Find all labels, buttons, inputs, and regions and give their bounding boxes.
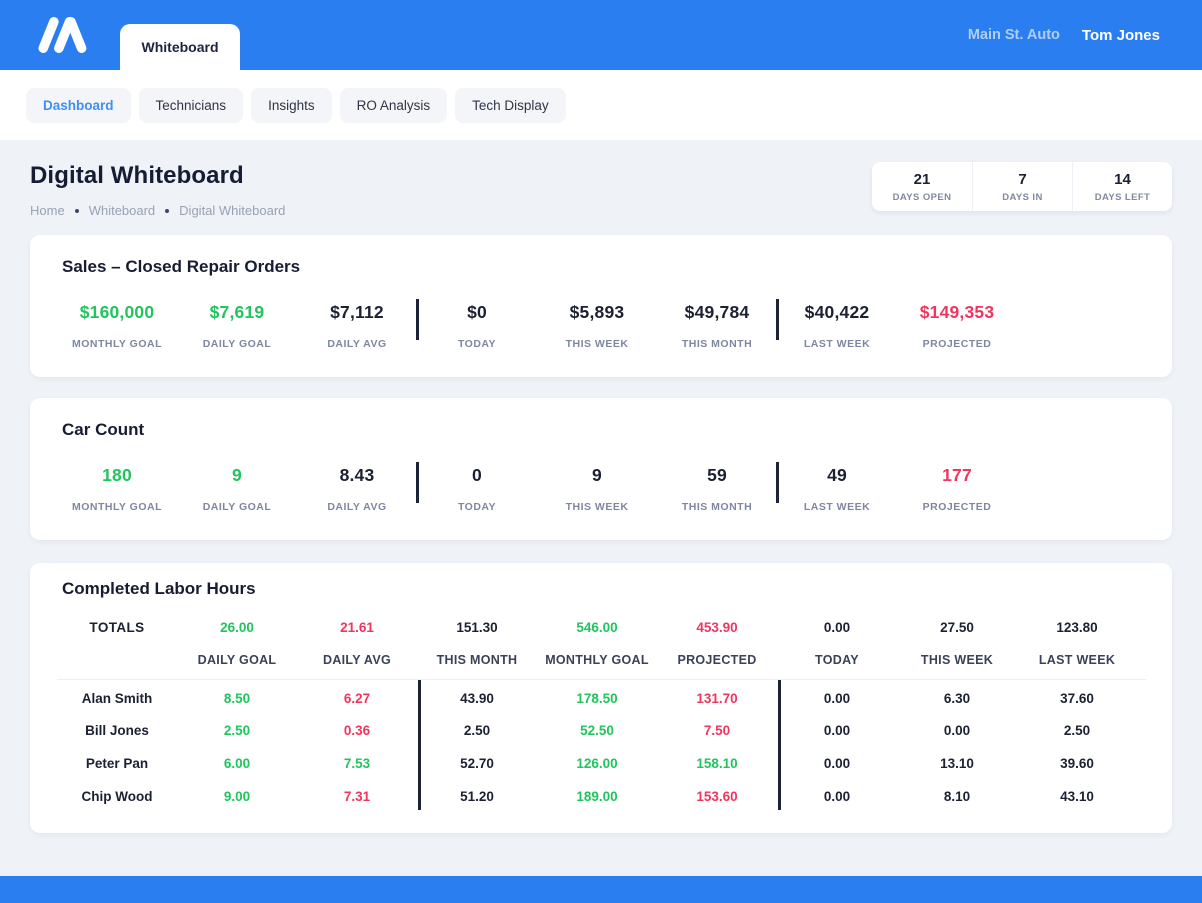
days-in-label: DAYS IN — [973, 192, 1072, 203]
stat-daily-avg: $7,112 DAILY AVG — [297, 302, 417, 350]
stat-last-week: $40,422 LAST WEEK — [777, 302, 897, 350]
tech-name: Bill Jones — [57, 723, 177, 738]
stat-daily-goal: 9 DAILY GOAL — [177, 465, 297, 513]
days-left-value: 14 — [1073, 171, 1172, 188]
totals-label: TOTALS — [57, 620, 177, 635]
stat-last-week: 49 LAST WEEK — [777, 465, 897, 513]
col-last-week: LAST WEEK — [1017, 653, 1137, 667]
app-header: Whiteboard Main St. Auto Tom Jones — [0, 0, 1202, 70]
main-content: Digital Whiteboard Home Whiteboard Digit… — [0, 162, 1202, 833]
stat-today: 0 TODAY — [417, 465, 537, 513]
table-row: Alan Smith 8.50 6.27 43.90 178.50 131.70… — [30, 682, 1172, 715]
breadcrumb-separator-dot — [165, 209, 169, 213]
car-count-card: Car Count 180 MONTHLY GOAL 9 DAILY GOAL … — [30, 398, 1172, 540]
nav-tab-ro-analysis[interactable]: RO Analysis — [340, 88, 448, 123]
company-selector[interactable]: Main St. Auto — [968, 27, 1060, 43]
table-row: Peter Pan 6.00 7.53 52.70 126.00 158.10 … — [30, 747, 1172, 780]
breadcrumb: Home Whiteboard Digital Whiteboard — [30, 203, 285, 218]
user-menu[interactable]: Tom Jones — [1082, 27, 1160, 44]
tech-name: Peter Pan — [57, 756, 177, 771]
days-in-cell: 7 DAYS IN — [972, 162, 1072, 211]
col-this-month: THIS MONTH — [417, 653, 537, 667]
primary-nav: Dashboard Technicians Insights RO Analys… — [0, 70, 1202, 140]
col-today: TODAY — [777, 653, 897, 667]
tech-name: Chip Wood — [57, 789, 177, 804]
page-title: Digital Whiteboard — [30, 162, 285, 190]
workspace-tab-whiteboard[interactable]: Whiteboard — [120, 24, 240, 70]
col-monthly-goal: MONTHLY GOAL — [537, 653, 657, 667]
days-in-value: 7 — [973, 171, 1072, 188]
breadcrumb-current: Digital Whiteboard — [179, 203, 285, 218]
breadcrumb-separator-dot — [75, 209, 79, 213]
days-open-label: DAYS OPEN — [872, 192, 972, 203]
col-daily-avg: DAILY AVG — [297, 653, 417, 667]
stat-projected: $149,353 PROJECTED — [897, 302, 1017, 350]
breadcrumb-whiteboard[interactable]: Whiteboard — [89, 203, 155, 218]
sales-card-title: Sales – Closed Repair Orders — [30, 257, 1172, 277]
labor-table-body: Alan Smith 8.50 6.27 43.90 178.50 131.70… — [30, 680, 1172, 812]
stat-this-month: 59 THIS MONTH — [657, 465, 777, 513]
labor-card-title: Completed Labor Hours — [30, 579, 1172, 599]
col-projected: PROJECTED — [657, 653, 777, 667]
days-open-cell: 21 DAYS OPEN — [872, 162, 972, 211]
stat-monthly-goal: $160,000 MONTHLY GOAL — [57, 302, 177, 350]
footer-bar — [0, 876, 1202, 903]
sales-card: Sales – Closed Repair Orders $160,000 MO… — [30, 235, 1172, 377]
tech-name: Alan Smith — [57, 691, 177, 706]
stat-monthly-goal: 180 MONTHLY GOAL — [57, 465, 177, 513]
period-summary-card: 21 DAYS OPEN 7 DAYS IN 14 DAYS LEFT — [872, 162, 1172, 211]
stat-this-month: $49,784 THIS MONTH — [657, 302, 777, 350]
col-daily-goal: DAILY GOAL — [177, 653, 297, 667]
days-left-cell: 14 DAYS LEFT — [1072, 162, 1172, 211]
breadcrumb-home[interactable]: Home — [30, 203, 65, 218]
labor-column-headers: DAILY GOAL DAILY AVG THIS MONTH MONTHLY … — [30, 653, 1172, 667]
nav-tab-dashboard[interactable]: Dashboard — [26, 88, 131, 123]
stat-today: $0 TODAY — [417, 302, 537, 350]
table-row: Bill Jones 2.50 0.36 2.50 52.50 7.50 0.0… — [30, 715, 1172, 748]
car-count-card-title: Car Count — [30, 420, 1172, 440]
stat-this-week: $5,893 THIS WEEK — [537, 302, 657, 350]
nav-tab-tech-display[interactable]: Tech Display — [455, 88, 566, 123]
days-left-label: DAYS LEFT — [1073, 192, 1172, 203]
labor-totals-row: TOTALS 26.00 21.61 151.30 546.00 453.90 … — [30, 620, 1172, 635]
stat-projected: 177 PROJECTED — [897, 465, 1017, 513]
col-this-week: THIS WEEK — [897, 653, 1017, 667]
stat-daily-avg: 8.43 DAILY AVG — [297, 465, 417, 513]
table-row: Chip Wood 9.00 7.31 51.20 189.00 153.60 … — [30, 780, 1172, 813]
stat-this-week: 9 THIS WEEK — [537, 465, 657, 513]
labor-hours-card: Completed Labor Hours TOTALS 26.00 21.61… — [30, 563, 1172, 833]
nav-tab-technicians[interactable]: Technicians — [139, 88, 244, 123]
nav-tab-insights[interactable]: Insights — [251, 88, 332, 123]
days-open-value: 21 — [872, 171, 972, 188]
brand-logo-icon[interactable] — [36, 11, 88, 59]
stat-daily-goal: $7,619 DAILY GOAL — [177, 302, 297, 350]
